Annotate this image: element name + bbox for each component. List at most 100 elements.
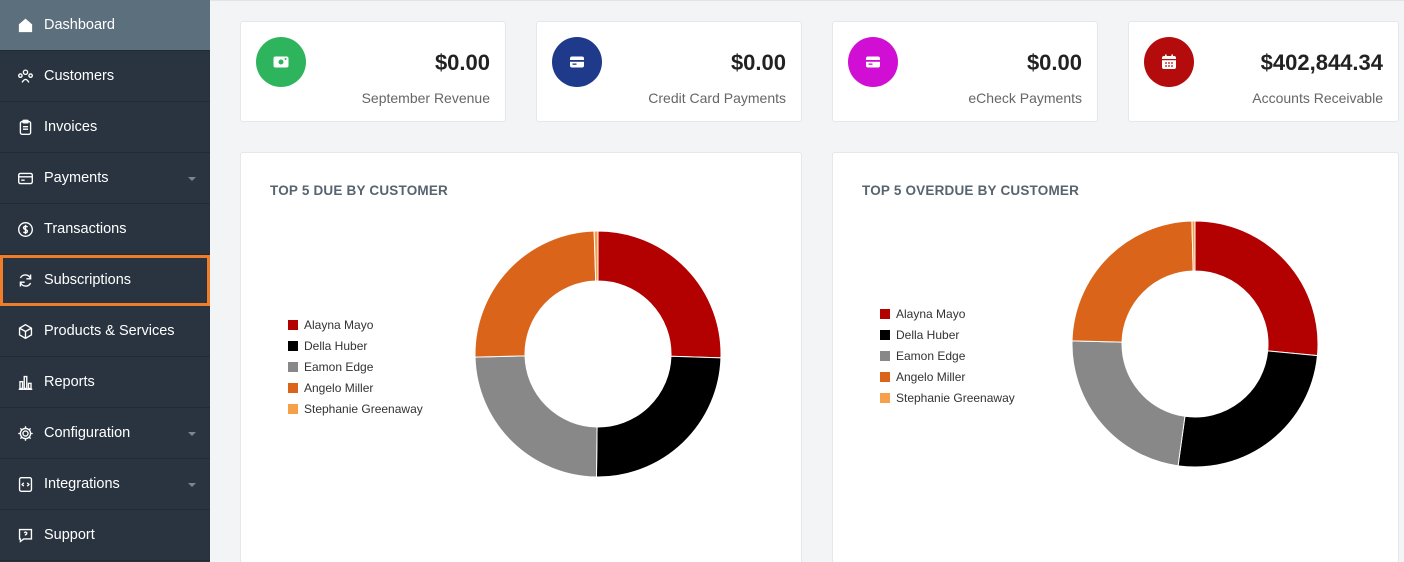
legend-swatch	[288, 403, 298, 414]
home-icon	[16, 16, 34, 34]
sidebar-item-label: Reports	[44, 374, 95, 390]
legend-label: Alayna Mayo	[896, 306, 966, 321]
legend-label: Alayna Mayo	[304, 317, 374, 332]
chart-legend: Alayna Mayo Della Huber Eamon Edge Angel…	[880, 303, 1015, 408]
stat-value: $0.00	[730, 50, 786, 75]
donut-chart[interactable]	[1070, 219, 1320, 469]
sidebar-item-products-services[interactable]: Products & Services	[0, 306, 210, 357]
legend-item[interactable]: Della Huber	[288, 335, 423, 356]
credit-card-icon	[16, 169, 34, 187]
legend-item[interactable]: Eamon Edge	[880, 345, 1015, 366]
sidebar-item-label: Payments	[44, 170, 109, 186]
gear-icon	[16, 424, 34, 442]
customers-icon	[16, 67, 34, 85]
sidebar-item-label: Invoices	[44, 119, 98, 135]
legend-swatch	[880, 329, 890, 340]
legend-swatch	[880, 371, 890, 382]
dashboard-main: $0.00 September Revenue $0.00 Credit Car…	[210, 0, 1404, 562]
stat-label: Accounts Receivable	[1252, 90, 1383, 106]
sidebar-item-label: Configuration	[44, 425, 131, 441]
chart-card-top-overdue: TOP 5 OVERDUE BY CUSTOMER Alayna Mayo De…	[832, 152, 1399, 562]
stat-card-credit-card-payments[interactable]: $0.00 Credit Card Payments	[536, 21, 802, 122]
stat-label: Credit Card Payments	[648, 90, 786, 106]
credit-card-icon	[552, 37, 602, 87]
legend-label: Eamon Edge	[304, 359, 374, 374]
sidebar-item-label: Transactions	[44, 221, 127, 237]
sidebar-item-configuration[interactable]: Configuration	[0, 408, 210, 459]
refresh-icon	[16, 271, 34, 289]
donut-slice-eamon-edge[interactable]	[474, 355, 598, 478]
legend-swatch	[288, 382, 298, 393]
legend-label: Stephanie Greenaway	[896, 390, 1015, 405]
donut-chart[interactable]	[473, 229, 723, 479]
sidebar-item-customers[interactable]: Customers	[0, 51, 210, 102]
chat-help-icon	[16, 526, 34, 544]
sidebar-item-label: Dashboard	[44, 17, 115, 33]
legend-swatch	[288, 361, 298, 372]
chevron-down-icon	[188, 432, 196, 436]
legend-swatch	[288, 319, 298, 330]
legend-label: Della Huber	[896, 327, 960, 342]
sidebar-item-label: Customers	[44, 68, 115, 84]
donut-slice-alayna-mayo[interactable]	[1194, 220, 1319, 357]
sidebar-item-integrations[interactable]: Integrations	[0, 459, 210, 510]
legend-item[interactable]: Della Huber	[880, 324, 1015, 345]
credit-card-icon	[848, 37, 898, 87]
sidebar-item-support[interactable]: Support	[0, 510, 210, 561]
chevron-down-icon	[188, 483, 196, 487]
stat-label: September Revenue	[361, 90, 490, 106]
sidebar: Dashboard Customers Invoices Payments Tr…	[0, 0, 210, 562]
donut-slice-eamon-edge[interactable]	[1071, 340, 1186, 467]
box-icon	[16, 322, 34, 340]
sidebar-item-label: Products & Services	[44, 323, 175, 339]
dollar-circle-icon	[16, 220, 34, 238]
legend-swatch	[880, 308, 890, 319]
donut-slice-della-huber[interactable]	[1177, 350, 1318, 468]
legend-swatch	[880, 392, 890, 403]
chart-card-top-due: TOP 5 DUE BY CUSTOMER Alayna Mayo Della …	[240, 152, 802, 562]
legend-label: Eamon Edge	[896, 348, 966, 363]
stat-label: eCheck Payments	[968, 90, 1082, 106]
stat-value: $402,844.34	[1260, 50, 1383, 75]
sidebar-item-label: Subscriptions	[44, 272, 132, 288]
legend-label: Stephanie Greenaway	[304, 401, 423, 416]
legend-label: Angelo Miller	[304, 380, 374, 395]
legend-item[interactable]: Stephanie Greenaway	[880, 387, 1015, 408]
sidebar-item-dashboard[interactable]: Dashboard	[0, 0, 210, 51]
sidebar-item-transactions[interactable]: Transactions	[0, 204, 210, 255]
donut-slice-alayna-mayo[interactable]	[597, 230, 722, 359]
donut-slice-angelo-miller[interactable]	[474, 230, 597, 358]
sidebar-item-reports[interactable]: Reports	[0, 357, 210, 408]
donut-slice-angelo-miller[interactable]	[1071, 220, 1194, 343]
chart-legend: Alayna Mayo Della Huber Eamon Edge Angel…	[288, 314, 423, 419]
chevron-down-icon	[188, 177, 196, 181]
sidebar-item-label: Integrations	[44, 476, 120, 492]
sidebar-item-invoices[interactable]: Invoices	[0, 102, 210, 153]
legend-swatch	[880, 350, 890, 361]
cash-icon	[256, 37, 306, 87]
legend-item[interactable]: Alayna Mayo	[288, 314, 423, 335]
legend-label: Della Huber	[304, 338, 368, 353]
bar-chart-icon	[16, 373, 34, 391]
calendar-icon	[1144, 37, 1194, 87]
sidebar-item-label: Support	[44, 527, 95, 543]
legend-label: Angelo Miller	[896, 369, 966, 384]
legend-item[interactable]: Alayna Mayo	[880, 303, 1015, 324]
clipboard-icon	[16, 118, 34, 136]
stat-value: $0.00	[1026, 50, 1082, 75]
legend-item[interactable]: Angelo Miller	[880, 366, 1015, 387]
stat-card-september-revenue[interactable]: $0.00 September Revenue	[240, 21, 506, 122]
legend-swatch	[288, 340, 298, 351]
legend-item[interactable]: Eamon Edge	[288, 356, 423, 377]
stat-card-accounts-receivable[interactable]: $402,844.34 Accounts Receivable	[1128, 21, 1399, 122]
sidebar-item-subscriptions[interactable]: Subscriptions	[0, 255, 210, 306]
legend-item[interactable]: Angelo Miller	[288, 377, 423, 398]
chart-title: TOP 5 DUE BY CUSTOMER	[270, 183, 448, 198]
chart-title: TOP 5 OVERDUE BY CUSTOMER	[862, 183, 1080, 198]
sidebar-item-payments[interactable]: Payments	[0, 153, 210, 204]
code-icon	[16, 475, 34, 493]
stat-card-echeck-payments[interactable]: $0.00 eCheck Payments	[832, 21, 1098, 122]
stat-value: $0.00	[434, 50, 490, 75]
donut-slice-della-huber[interactable]	[595, 355, 722, 478]
legend-item[interactable]: Stephanie Greenaway	[288, 398, 423, 419]
